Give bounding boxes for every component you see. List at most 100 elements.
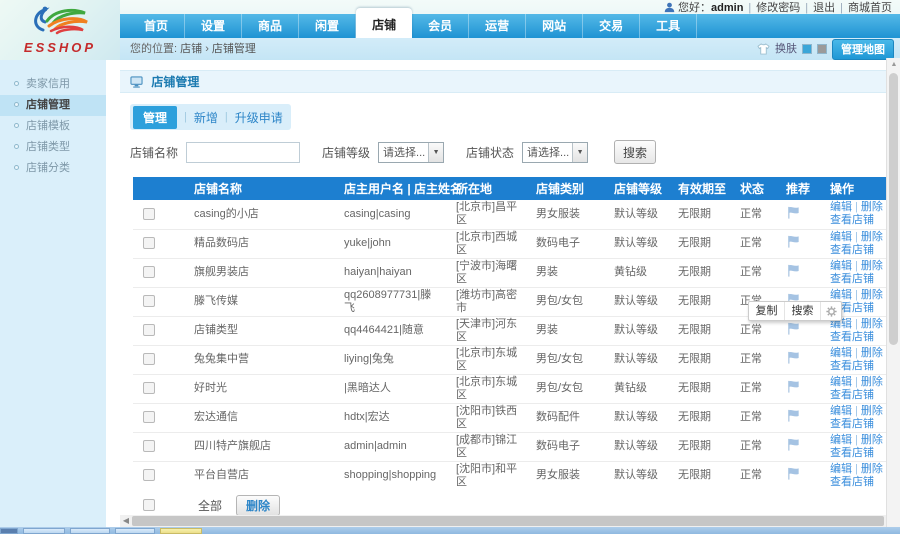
nav-tab-shop[interactable]: 店铺 [356, 8, 412, 38]
taskbar-button[interactable] [70, 528, 110, 534]
nav-tab-trade[interactable]: 交易 [583, 14, 640, 38]
delete-link[interactable]: 删除 [861, 405, 883, 417]
nav-tab-operate[interactable]: 运营 [469, 14, 526, 38]
nav-tab-home[interactable]: 首页 [128, 14, 185, 38]
horizontal-scroll-thumb[interactable] [132, 516, 884, 526]
view-store-link[interactable]: 查看店铺 [830, 447, 874, 459]
row-checkbox[interactable] [143, 266, 155, 278]
taskbar-button[interactable] [23, 528, 65, 534]
row-checkbox[interactable] [143, 411, 155, 423]
sidebar-item-seller-credit[interactable]: 卖家信用 [0, 74, 106, 95]
taskbar-button[interactable] [0, 528, 18, 534]
popup-copy-button[interactable]: 复制 [749, 302, 785, 320]
sidebar-item-shop-type[interactable]: 店铺类型 [0, 137, 106, 158]
view-store-link[interactable]: 查看店铺 [830, 389, 874, 401]
view-store-link[interactable]: 查看店铺 [830, 244, 874, 256]
recommend-flag-icon[interactable] [786, 443, 801, 455]
shop-level-select[interactable]: 请选择... ▼ [378, 142, 444, 163]
shop-name-input[interactable] [186, 142, 300, 163]
recommend-flag-icon[interactable] [786, 211, 801, 223]
change-skin-link[interactable]: 换肤 [775, 38, 797, 60]
taskbar-button[interactable] [160, 528, 202, 534]
delete-link[interactable]: 删除 [861, 318, 883, 330]
edit-link[interactable]: 编辑 [830, 231, 852, 243]
nav-tab-website[interactable]: 网站 [526, 14, 583, 38]
delete-link[interactable]: 删除 [861, 260, 883, 272]
row-checkbox[interactable] [143, 208, 155, 220]
nav-tab-goods[interactable]: 商品 [242, 14, 299, 38]
logout-link[interactable]: 退出 [813, 2, 835, 14]
delete-link[interactable]: 删除 [861, 289, 883, 301]
recommend-flag-icon[interactable] [786, 269, 801, 281]
view-store-link[interactable]: 查看店铺 [830, 331, 874, 343]
delete-link[interactable]: 删除 [861, 347, 883, 359]
scroll-up-arrow-icon[interactable]: ▲ [887, 58, 900, 71]
edit-link[interactable]: 编辑 [830, 347, 852, 359]
shop-status-select[interactable]: 请选择... ▼ [522, 142, 588, 163]
recommend-flag-icon[interactable] [786, 385, 801, 397]
horizontal-scrollbar[interactable]: ◀ [120, 515, 886, 527]
row-checkbox[interactable] [143, 382, 155, 394]
vertical-scroll-thumb[interactable] [889, 73, 898, 345]
skin-swatch-gray[interactable] [817, 44, 827, 54]
cell-name: 旗舰男装店 [178, 258, 328, 287]
cell-location: [潍坊市]高密市 [440, 287, 520, 316]
delete-link[interactable]: 删除 [861, 201, 883, 213]
nav-tab-member[interactable]: 会员 [412, 14, 469, 38]
mall-home-link[interactable]: 商城首页 [848, 2, 892, 14]
admin-map-button[interactable]: 管理地图 [832, 39, 894, 60]
popup-search-button[interactable]: 搜索 [785, 302, 821, 320]
nav-tab-idle[interactable]: 闲置 [299, 14, 356, 38]
bulk-delete-button[interactable]: 删除 [236, 495, 280, 516]
sidebar-item-shop-template[interactable]: 店铺模板 [0, 116, 106, 137]
breadcrumb-section[interactable]: 店铺 [180, 43, 202, 55]
gear-icon[interactable] [821, 302, 841, 320]
sidebar: 卖家信用店铺管理店铺模板店铺类型店铺分类 [0, 60, 113, 527]
edit-link[interactable]: 编辑 [830, 405, 852, 417]
edit-link[interactable]: 编辑 [830, 376, 852, 388]
skin-swatch-blue[interactable] [802, 44, 812, 54]
change-password-link[interactable]: 修改密码 [756, 2, 800, 14]
row-checkbox[interactable] [143, 324, 155, 336]
recommend-flag-icon[interactable] [786, 472, 801, 484]
recommend-flag-icon[interactable] [786, 327, 801, 339]
edit-link[interactable]: 编辑 [830, 289, 852, 301]
edit-link[interactable]: 编辑 [830, 434, 852, 446]
delete-link[interactable]: 删除 [861, 463, 883, 475]
cell-operations: 编辑|删除|查看店铺 [814, 461, 886, 490]
row-checkbox[interactable] [143, 295, 155, 307]
view-store-link[interactable]: 查看店铺 [830, 214, 874, 226]
search-button[interactable]: 搜索 [614, 140, 656, 164]
select-all-checkbox[interactable] [143, 499, 155, 511]
cell-owner: qq4464421|随意 [328, 316, 440, 345]
cell-operations: 编辑|删除|查看店铺 [814, 200, 886, 229]
row-checkbox[interactable] [143, 237, 155, 249]
row-checkbox[interactable] [143, 469, 155, 481]
nav-tab-settings[interactable]: 设置 [185, 14, 242, 38]
nav-tab-tools[interactable]: 工具 [640, 14, 697, 38]
recommend-flag-icon[interactable] [786, 414, 801, 426]
logo[interactable]: ESSHOP [0, 0, 120, 60]
sidebar-item-shop-manage[interactable]: 店铺管理 [0, 95, 106, 116]
view-store-link[interactable]: 查看店铺 [830, 418, 874, 430]
scroll-left-arrow-icon[interactable]: ◀ [120, 515, 132, 527]
view-store-link[interactable]: 查看店铺 [830, 273, 874, 285]
vertical-scrollbar[interactable]: ▲ [886, 58, 900, 527]
taskbar-button[interactable] [115, 528, 155, 534]
tab-manage[interactable]: 管理 [133, 106, 177, 129]
delete-link[interactable]: 删除 [861, 376, 883, 388]
view-store-link[interactable]: 查看店铺 [830, 476, 874, 488]
delete-link[interactable]: 删除 [861, 231, 883, 243]
edit-link[interactable]: 编辑 [830, 201, 852, 213]
tab-upgrade-request[interactable]: 升级申请 [235, 109, 283, 126]
view-store-link[interactable]: 查看店铺 [830, 360, 874, 372]
row-checkbox[interactable] [143, 440, 155, 452]
row-checkbox[interactable] [143, 353, 155, 365]
edit-link[interactable]: 编辑 [830, 463, 852, 475]
tab-add-new[interactable]: 新增 [194, 109, 218, 126]
sidebar-item-shop-category[interactable]: 店铺分类 [0, 158, 106, 179]
recommend-flag-icon[interactable] [786, 240, 801, 252]
edit-link[interactable]: 编辑 [830, 260, 852, 272]
delete-link[interactable]: 删除 [861, 434, 883, 446]
recommend-flag-icon[interactable] [786, 356, 801, 368]
